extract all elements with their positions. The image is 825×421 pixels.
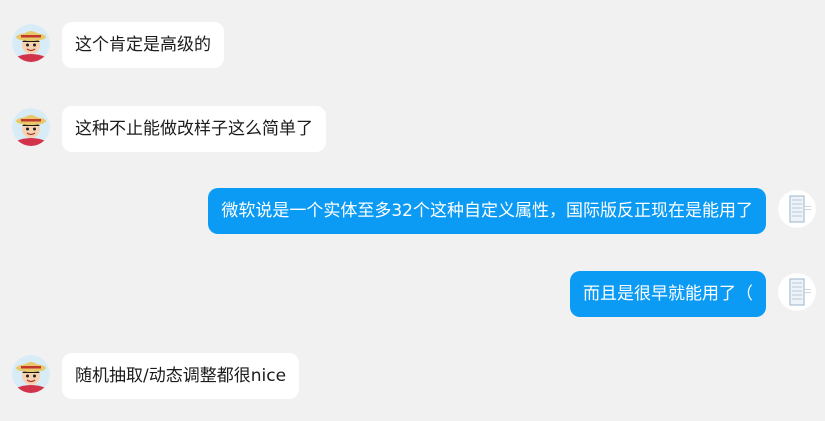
message-row: 而且是很早就能用了（ [0, 271, 825, 319]
message-row: 随机抽取/动态调整都很nice [0, 353, 825, 401]
friend-avatar-icon[interactable] [12, 108, 50, 146]
message-row: 这种不止能做改样子这么简单了 [0, 106, 825, 154]
message-bubble[interactable]: 而且是很早就能用了（ [570, 271, 766, 317]
chat-message-list: 这个肯定是高级的 这种不止能做改样子这么简单了 微软说是一个实体至多32个这种自… [0, 0, 825, 421]
message-bubble[interactable]: 随机抽取/动态调整都很nice [62, 353, 300, 399]
friend-avatar-icon[interactable] [12, 355, 50, 393]
message-row: 微软说是一个实体至多32个这种自定义属性，国际版反正现在是能用了 [0, 188, 825, 236]
message-bubble[interactable]: 这种不止能做改样子这么简单了 [62, 106, 326, 152]
self-avatar-icon[interactable] [778, 273, 816, 311]
message-row: 这个肯定是高级的 [0, 22, 825, 70]
self-avatar-icon[interactable] [778, 190, 816, 228]
message-bubble[interactable]: 这个肯定是高级的 [62, 22, 224, 68]
friend-avatar-icon[interactable] [12, 24, 50, 62]
message-bubble[interactable]: 微软说是一个实体至多32个这种自定义属性，国际版反正现在是能用了 [208, 188, 766, 234]
